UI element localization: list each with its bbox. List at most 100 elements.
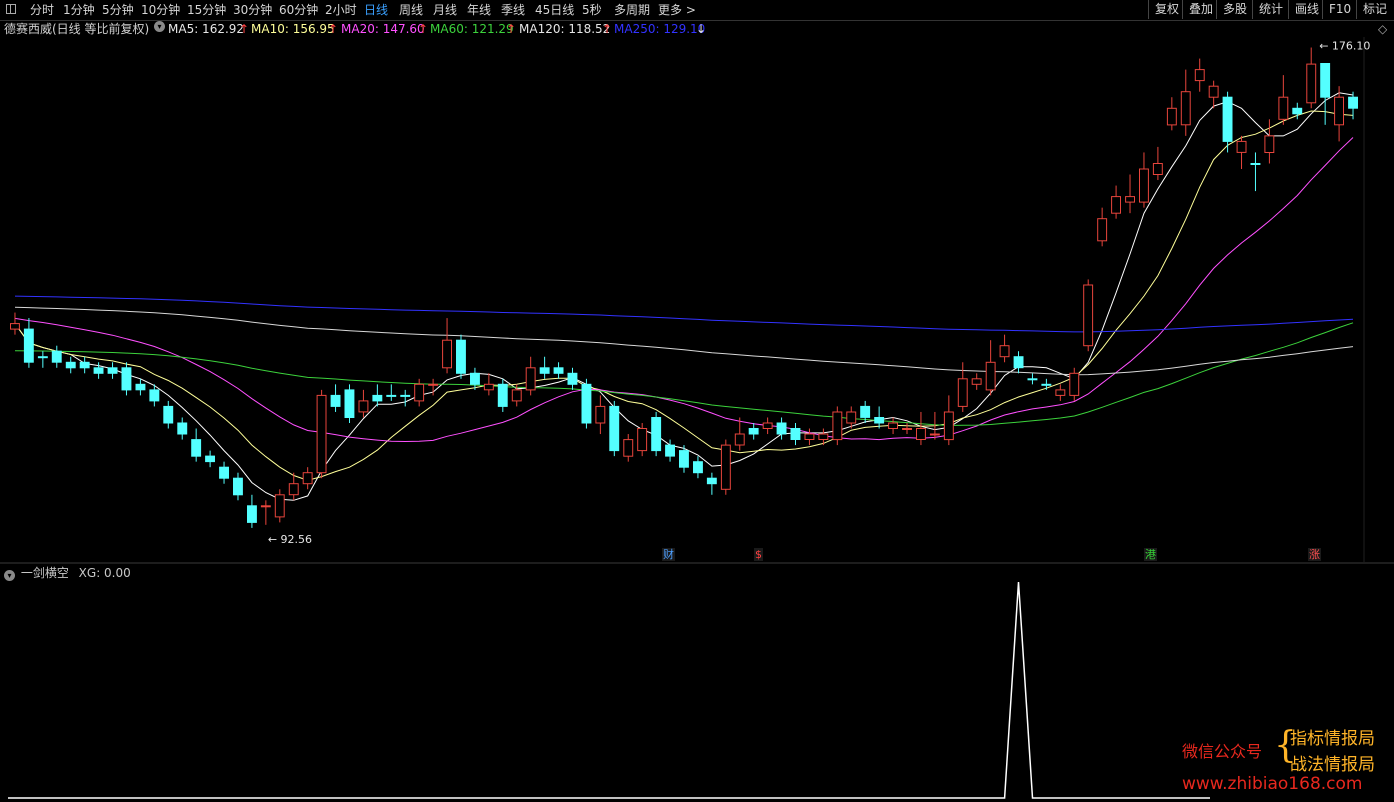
candle[interactable] [553,362,564,379]
candle[interactable] [219,461,230,484]
candle[interactable] [386,384,397,401]
candle[interactable] [233,472,243,501]
candle[interactable] [260,500,271,525]
candle[interactable] [1180,69,1191,136]
event-marker-hk[interactable]: 港 [1144,548,1157,561]
candle[interactable] [191,428,202,462]
candle[interactable] [1306,47,1317,109]
candle[interactable] [1152,146,1163,181]
candle[interactable] [832,406,843,446]
candle[interactable] [525,356,536,396]
ma60-line [14,322,1354,427]
candle[interactable] [414,378,425,407]
candle-body [846,411,857,424]
candle[interactable] [1320,63,1331,125]
candle[interactable] [330,384,341,412]
candle[interactable] [581,378,592,429]
candle[interactable] [748,423,759,440]
event-marker-limit-up[interactable]: 涨 [1308,548,1321,561]
candle[interactable] [497,378,508,412]
candle-body [386,394,397,397]
candle[interactable] [23,318,34,368]
candle[interactable] [1125,174,1135,214]
candle[interactable] [804,428,815,446]
candle[interactable] [1041,378,1052,390]
candle-body [344,389,355,418]
candle[interactable] [567,367,578,390]
candle[interactable] [539,356,550,379]
candle[interactable] [121,362,132,396]
candle[interactable] [1069,367,1080,401]
candle[interactable] [247,494,257,528]
candle[interactable] [302,467,313,490]
candle[interactable] [693,456,703,479]
candle[interactable] [274,489,285,523]
candle[interactable] [1264,119,1275,164]
candle[interactable] [79,356,90,374]
indicator-collapse-icon[interactable]: ▾ [4,570,15,581]
candle[interactable] [985,340,996,396]
candle[interactable] [1250,152,1261,192]
candle[interactable] [706,472,717,495]
candle[interactable] [1013,351,1024,374]
candle[interactable] [651,411,662,457]
candle[interactable] [10,312,20,335]
candle[interactable] [874,406,885,429]
candle[interactable] [358,389,369,418]
candle[interactable] [470,367,480,390]
candle[interactable] [135,378,146,396]
candle[interactable] [999,334,1010,363]
candle[interactable] [957,362,968,412]
candle[interactable] [344,384,355,423]
candle[interactable] [65,356,76,374]
candle[interactable] [483,373,494,396]
candle[interactable] [1083,279,1094,352]
event-marker-dollar[interactable]: $ [754,548,763,561]
candle[interactable] [1166,97,1177,131]
candle[interactable] [1194,58,1205,92]
candle-body [902,428,912,430]
candle[interactable] [679,445,689,473]
candle[interactable] [1236,135,1247,169]
candle[interactable] [790,423,801,446]
candle[interactable] [734,417,745,451]
candle-body [916,428,926,440]
candle-body [595,405,606,424]
indicator-name[interactable]: 一剑横空 [21,566,69,580]
candle[interactable] [400,389,411,407]
candle[interactable] [1111,185,1121,219]
candle[interactable] [1139,152,1149,208]
candle[interactable] [916,411,926,446]
candle-body [497,383,508,407]
candle[interactable] [37,351,48,368]
candle[interactable] [107,362,118,379]
candle[interactable] [205,450,216,468]
kline-chart[interactable]: ← 176.10 ← 92.56 [0,0,1394,802]
candle[interactable] [971,373,982,390]
candle[interactable] [442,318,453,374]
candle-body [456,339,466,374]
candle[interactable] [456,334,466,379]
candle[interactable] [316,389,327,479]
candle[interactable] [372,384,383,407]
candle[interactable] [720,439,731,495]
candle[interactable] [51,345,62,368]
candle[interactable] [902,423,912,435]
candle-body [23,328,34,363]
candle[interactable] [595,395,606,435]
candle[interactable] [163,400,174,429]
event-marker-finance[interactable]: 财 [662,548,675,561]
candle[interactable] [1278,75,1289,125]
candle-body [483,383,494,391]
candle[interactable] [762,417,773,435]
candle-body [302,472,313,485]
candle[interactable] [1055,384,1066,401]
candle[interactable] [609,400,620,457]
candle[interactable] [1027,373,1038,385]
candle[interactable] [943,395,954,446]
candle[interactable] [1208,80,1219,109]
candle[interactable] [1097,207,1108,247]
candle[interactable] [888,417,898,435]
candle[interactable] [623,434,634,462]
candle[interactable] [177,417,188,440]
